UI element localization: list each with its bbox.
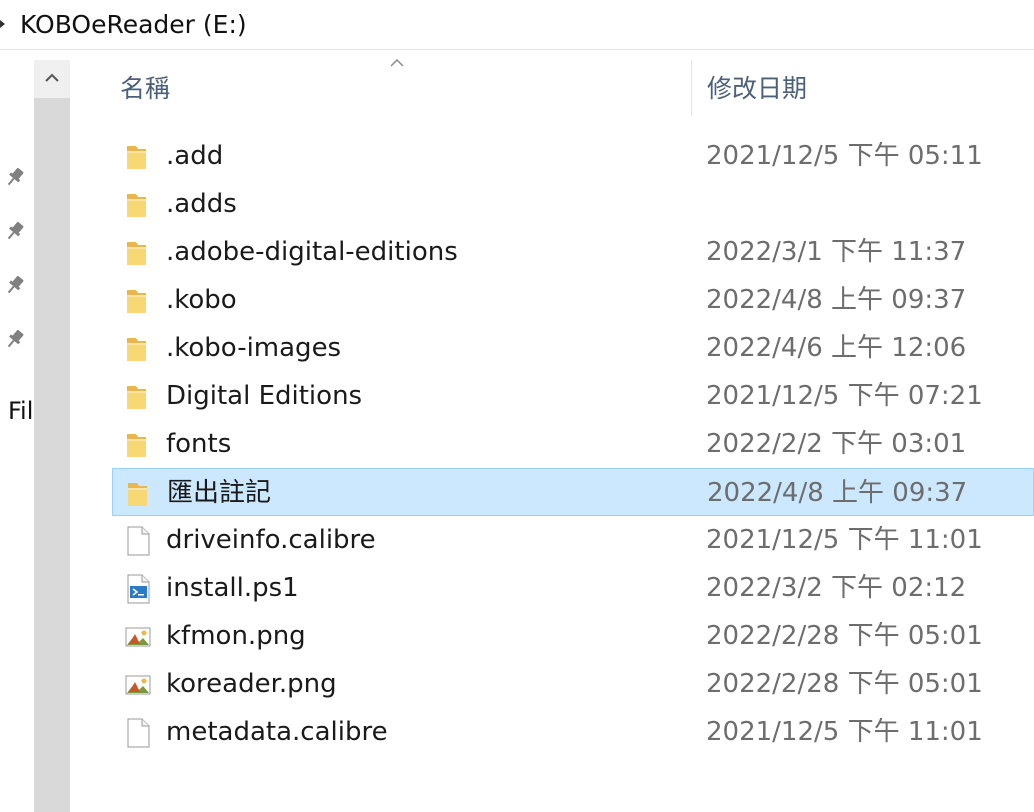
scroll-up-button[interactable] <box>34 60 70 98</box>
pane-divider[interactable] <box>70 50 76 812</box>
file-date-modified: 2022/4/8 上午 09:37 <box>707 478 968 508</box>
powershell-script-icon-svg <box>127 574 150 604</box>
folder-icon-svg <box>127 290 146 313</box>
file-row[interactable]: .adds <box>112 180 1034 228</box>
file-row[interactable]: metadata.calibre 2021/12/5 下午 11:01 <box>112 708 1034 756</box>
file-name: Digital Editions <box>166 381 363 411</box>
sort-ascending-icon <box>390 58 404 67</box>
file-date-modified: 2022/4/6 上午 12:06 <box>706 333 967 363</box>
file-icon-svg <box>127 718 150 748</box>
folder-icon-svg <box>127 434 146 457</box>
image-file-icon <box>124 670 152 700</box>
scrollbar-thumb[interactable] <box>34 98 70 812</box>
folder-icon-svg <box>128 483 147 506</box>
file-name: install.ps1 <box>166 573 299 603</box>
file-name: .adds <box>166 189 237 219</box>
chevron-right-icon[interactable] <box>0 16 10 32</box>
folder-icon <box>124 190 152 220</box>
file-name: 匯出註記 <box>167 478 272 508</box>
file-name: .add <box>166 141 224 171</box>
image-file-icon-svg <box>125 627 151 647</box>
file-icon <box>124 526 152 556</box>
file-date-modified: 2022/2/2 下午 03:01 <box>706 429 967 459</box>
file-icon <box>124 718 152 748</box>
image-file-icon <box>124 622 152 652</box>
file-date-modified: 2022/2/28 下午 05:01 <box>706 669 983 699</box>
folder-icon <box>124 430 152 460</box>
file-row[interactable]: koreader.png 2022/2/28 下午 05:01 <box>112 660 1034 708</box>
pin-icon[interactable] <box>3 327 27 351</box>
file-name: .kobo-images <box>166 333 342 363</box>
file-name: .kobo <box>166 285 237 315</box>
file-name: driveinfo.calibre <box>166 525 376 555</box>
chevron-up-icon <box>45 73 59 82</box>
file-date-modified: 2021/12/5 下午 07:21 <box>706 381 983 411</box>
navigation-pane <box>0 50 34 812</box>
file-row[interactable]: .add 2021/12/5 下午 05:11 <box>112 132 1034 180</box>
file-date-modified: 2021/12/5 下午 05:11 <box>706 141 983 171</box>
file-row[interactable]: Digital Editions 2021/12/5 下午 07:21 <box>112 372 1034 420</box>
file-date-modified: 2022/4/8 上午 09:37 <box>706 285 967 315</box>
file-name: .adobe-digital-editions <box>166 237 458 267</box>
file-row[interactable]: .adobe-digital-editions 2022/3/1 下午 11:37 <box>112 228 1034 276</box>
file-row[interactable]: kfmon.png 2022/2/28 下午 05:01 <box>112 612 1034 660</box>
file-date-modified: 2022/3/1 下午 11:37 <box>706 237 967 267</box>
image-file-icon-svg <box>125 675 151 695</box>
address-bar[interactable]: KOBOeReader (E:) <box>0 0 1034 50</box>
file-date-modified: 2021/12/5 下午 11:01 <box>706 717 983 747</box>
file-row[interactable]: 匯出註記 2022/4/8 上午 09:37 <box>112 468 1034 516</box>
folder-icon-svg <box>127 386 146 409</box>
folder-icon-svg <box>127 242 146 265</box>
file-date-modified: 2022/3/2 下午 02:12 <box>706 573 967 603</box>
file-date-modified: 2022/2/28 下午 05:01 <box>706 621 983 651</box>
file-row[interactable]: install.ps1 2022/3/2 下午 02:12 <box>112 564 1034 612</box>
column-separator[interactable] <box>691 60 692 116</box>
column-header-name[interactable]: 名稱 <box>120 72 170 106</box>
folder-icon <box>125 479 153 509</box>
folder-icon <box>124 286 152 316</box>
column-header-date-modified[interactable]: 修改日期 <box>707 72 807 106</box>
folder-icon <box>124 382 152 412</box>
file-row[interactable]: driveinfo.calibre 2021/12/5 下午 11:01 <box>112 516 1034 564</box>
folder-icon-svg <box>127 146 146 169</box>
folder-icon-svg <box>127 338 146 361</box>
nav-item-label[interactable]: Fil <box>8 396 33 426</box>
pin-icon[interactable] <box>3 273 27 297</box>
file-row[interactable]: fonts 2022/2/2 下午 03:01 <box>112 420 1034 468</box>
folder-icon <box>124 334 152 364</box>
file-name: kfmon.png <box>166 621 306 651</box>
file-row[interactable]: .kobo 2022/4/8 上午 09:37 <box>112 276 1034 324</box>
vertical-scrollbar[interactable] <box>34 60 70 812</box>
file-icon-svg <box>127 526 150 556</box>
file-row[interactable]: .kobo-images 2022/4/6 上午 12:06 <box>112 324 1034 372</box>
pin-icon[interactable] <box>3 219 27 243</box>
file-date-modified: 2021/12/5 下午 11:01 <box>706 525 983 555</box>
folder-icon-svg <box>127 194 146 217</box>
file-name: metadata.calibre <box>166 717 388 747</box>
address-path[interactable]: KOBOeReader (E:) <box>20 8 247 42</box>
folder-icon <box>124 142 152 172</box>
pin-icon[interactable] <box>3 165 27 189</box>
folder-icon <box>124 238 152 268</box>
file-name: koreader.png <box>166 669 337 699</box>
file-name: fonts <box>166 429 232 459</box>
powershell-script-icon <box>124 574 152 604</box>
